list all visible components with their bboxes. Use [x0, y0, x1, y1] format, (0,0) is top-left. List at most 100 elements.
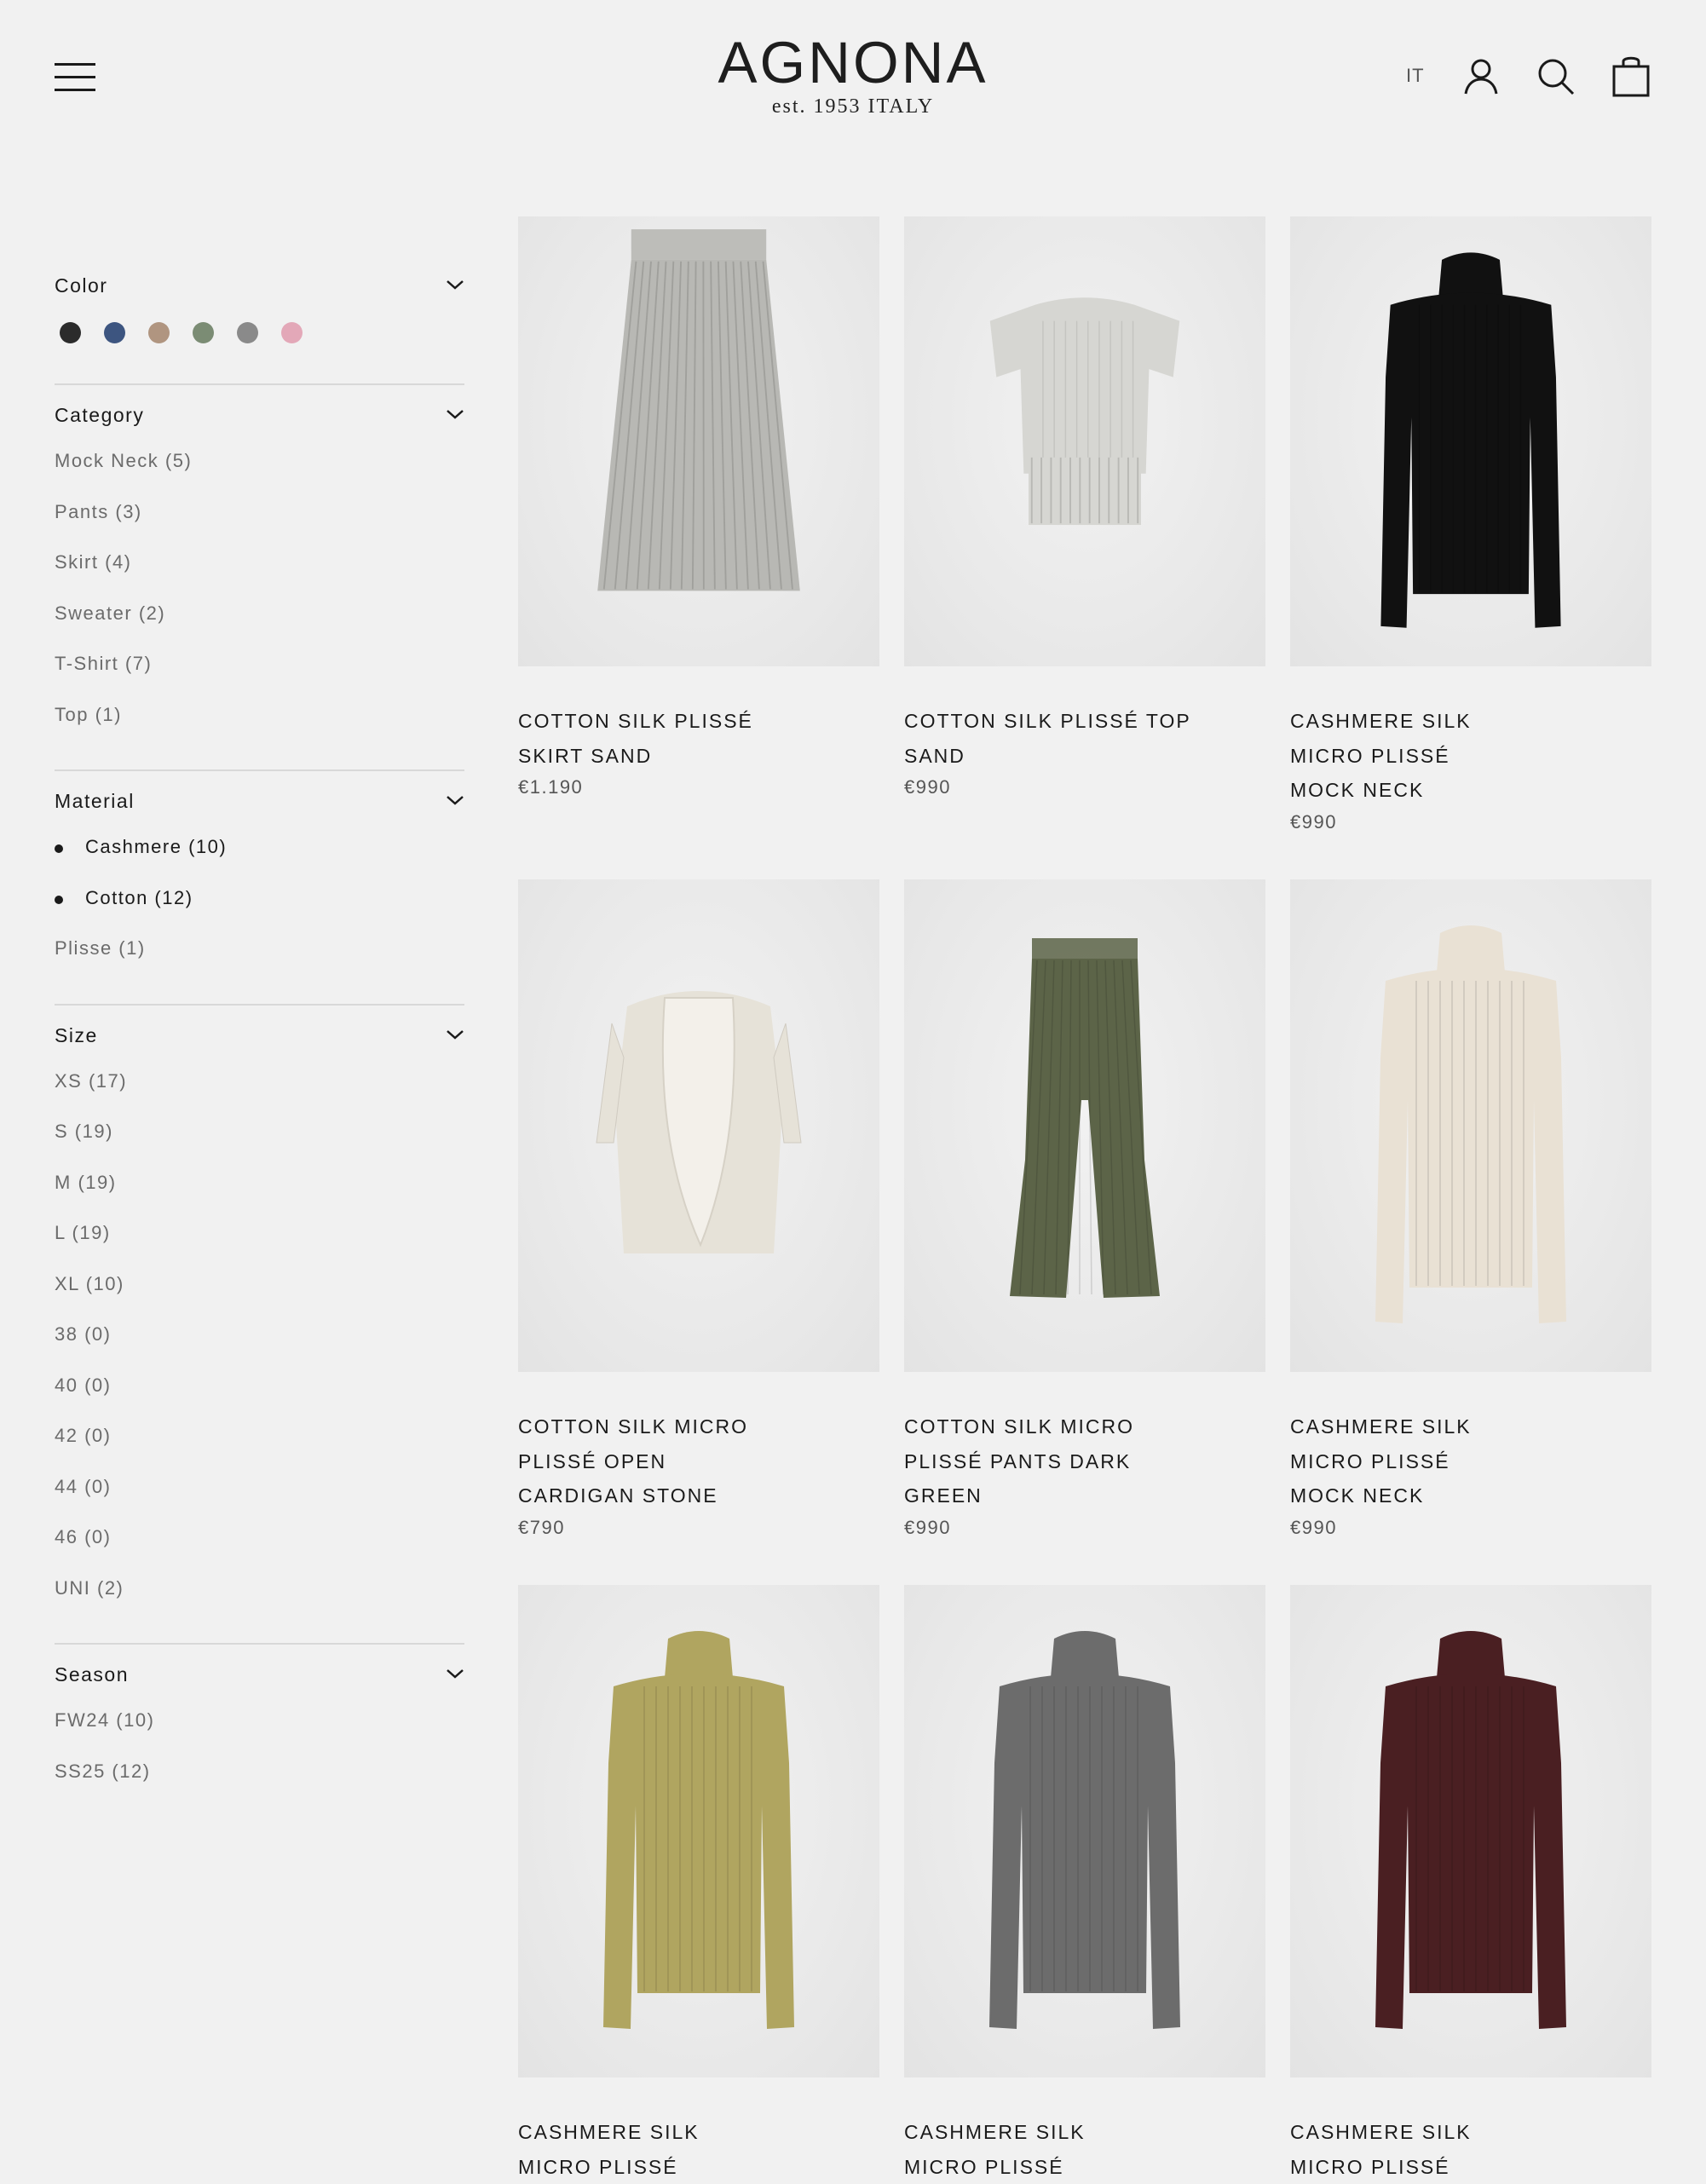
search-icon[interactable] [1536, 55, 1576, 99]
filter-option-category[interactable]: Sweater (2) [55, 599, 464, 650]
filter-group-material: Material Cashmere (10)Cotton (12)Plisse … [55, 771, 464, 1006]
product-card[interactable]: COTTON SILK MICROPLISSÉ PANTS DARKGREEN€… [904, 879, 1265, 1539]
product-name-line: GREEN [904, 1478, 1265, 1513]
filter-option-size[interactable]: 46 (0) [55, 1523, 464, 1574]
filter-option-size[interactable]: UNI (2) [55, 1574, 464, 1625]
color-swatch[interactable] [281, 322, 303, 343]
product-name[interactable]: COTTON SILK PLISSÉSKIRT SAND [518, 704, 879, 773]
filter-header-category[interactable]: Category [55, 385, 464, 447]
filter-option-label: XL (10) [55, 1273, 124, 1295]
product-name-line: MICRO PLISSÉ [1290, 739, 1651, 774]
product-price: €990 [904, 776, 1265, 798]
product-name-line: SAND [904, 739, 1265, 774]
filter-title: Season [55, 1663, 129, 1686]
product-card[interactable]: CASHMERE SILKMICRO PLISSÉ [904, 1585, 1265, 2184]
language-switch[interactable]: IT [1406, 65, 1425, 87]
filter-option-label: Sweater (2) [55, 602, 165, 625]
color-swatch[interactable] [104, 322, 125, 343]
product-name-line: PLISSÉ PANTS DARK [904, 1444, 1265, 1479]
color-swatch[interactable] [148, 322, 170, 343]
product-card[interactable]: CASHMERE SILKMICRO PLISSÉ [1290, 1585, 1651, 2184]
filter-option-label: FW24 (10) [55, 1709, 154, 1732]
filter-option-category[interactable]: T-Shirt (7) [55, 649, 464, 700]
product-card[interactable]: CASHMERE SILKMICRO PLISSÉMOCK NECK€990 [1290, 216, 1651, 833]
filter-header-size[interactable]: Size [55, 1006, 464, 1067]
product-name[interactable]: CASHMERE SILKMICRO PLISSÉ [518, 2115, 879, 2184]
product-image[interactable] [1290, 1585, 1651, 2077]
filter-option-category[interactable]: Top (1) [55, 700, 464, 752]
filter-header-season[interactable]: Season [55, 1645, 464, 1706]
product-image[interactable] [904, 879, 1265, 1372]
product-name-line: CARDIGAN STONE [518, 1478, 879, 1513]
category-options: Mock Neck (5)Pants (3)Skirt (4) Sweater (… [55, 447, 464, 769]
product-name[interactable]: COTTON SILK PLISSÉ TOPSAND [904, 704, 1265, 773]
filter-option-category[interactable]: Pants (3) [55, 498, 464, 549]
product-name-line: COTTON SILK PLISSÉ [518, 704, 879, 739]
filter-header-color[interactable]: Color [55, 256, 464, 317]
product-name[interactable]: CASHMERE SILKMICRO PLISSÉ [904, 2115, 1265, 2184]
product-image[interactable] [904, 216, 1265, 666]
filter-group-color: Color [55, 256, 464, 385]
size-options: XS (17)S (19)M (19)L (19) XL (10) 38 (0) 40… [55, 1067, 464, 1644]
product-price: €790 [518, 1517, 879, 1539]
product-card[interactable]: CASHMERE SILKMICRO PLISSÉMOCK NECK €990 [1290, 879, 1651, 1539]
filter-title: Color [55, 274, 107, 297]
chevron-down-icon [446, 1667, 464, 1680]
filter-option-size[interactable]: S (19) [55, 1117, 464, 1168]
filter-option-category[interactable]: Skirt (4) [55, 548, 464, 599]
shopping-bag-icon[interactable] [1611, 55, 1651, 99]
filter-option-label: Top (1) [55, 704, 122, 726]
product-card[interactable]: CASHMERE SILKMICRO PLISSÉ [518, 1585, 879, 2184]
filter-group-season: Season FW24 (10) SS25 (12) [55, 1645, 464, 1826]
filter-option-size[interactable]: 42 (0) [55, 1421, 464, 1472]
filter-option-category[interactable]: Mock Neck (5) [55, 447, 464, 498]
filter-option-season[interactable]: FW24 (10) [55, 1706, 464, 1757]
filter-option-size[interactable]: L (19) [55, 1219, 464, 1270]
color-swatch[interactable] [60, 322, 81, 343]
filter-option-size[interactable]: XL (10) [55, 1270, 464, 1321]
product-card[interactable]: COTTON SILK MICROPLISSÉ OPENCARDIGAN STO… [518, 879, 879, 1539]
chevron-down-icon [446, 278, 464, 291]
filter-option-label: Plisse (1) [55, 937, 146, 959]
chevron-down-icon [446, 1028, 464, 1041]
menu-icon[interactable] [55, 63, 95, 92]
filter-option-material[interactable]: Plisse (1) [55, 934, 464, 985]
color-swatch[interactable] [237, 322, 258, 343]
filter-option-size[interactable]: XS (17) [55, 1067, 464, 1118]
filter-title: Material [55, 790, 135, 813]
color-swatches [55, 317, 464, 383]
filter-option-size[interactable]: M (19) [55, 1168, 464, 1219]
product-price: €990 [1290, 1517, 1651, 1539]
account-icon[interactable] [1461, 55, 1501, 99]
filter-option-label: SS25 (12) [55, 1760, 151, 1783]
filter-option-label: 38 (0) [55, 1323, 111, 1346]
filter-option-season[interactable]: SS25 (12) [55, 1757, 464, 1808]
product-image[interactable] [518, 216, 879, 666]
product-name-line: COTTON SILK MICRO [518, 1409, 879, 1444]
product-name[interactable]: CASHMERE SILKMICRO PLISSÉMOCK NECK [1290, 1409, 1651, 1513]
product-name[interactable]: CASHMERE SILKMICRO PLISSÉ [1290, 2115, 1651, 2184]
product-image[interactable] [518, 879, 879, 1372]
filter-group-category: Category Mock Neck (5)Pants (3)Skirt (4)… [55, 385, 464, 771]
brand-logo[interactable]: AGNONA est. 1953 ITALY [682, 31, 1024, 118]
product-image[interactable] [1290, 879, 1651, 1372]
filter-option-size[interactable]: 44 (0) [55, 1472, 464, 1524]
filter-option-size[interactable]: 40 (0) [55, 1371, 464, 1422]
product-name-line: PLISSÉ OPEN [518, 1444, 879, 1479]
filter-option-size[interactable]: 38 (0) [55, 1320, 464, 1371]
product-name-line: CASHMERE SILK [1290, 1409, 1651, 1444]
filter-option-label: 40 (0) [55, 1374, 111, 1397]
product-name[interactable]: COTTON SILK MICROPLISSÉ OPENCARDIGAN STO… [518, 1409, 879, 1513]
product-card[interactable]: COTTON SILK PLISSÉSKIRT SAND€1.190 [518, 216, 879, 798]
filter-header-material[interactable]: Material [55, 771, 464, 833]
product-name[interactable]: CASHMERE SILKMICRO PLISSÉMOCK NECK [1290, 704, 1651, 808]
product-image[interactable] [518, 1585, 879, 2077]
brand-wordmark: AGNONA [682, 31, 1024, 95]
filter-option-material[interactable]: Cashmere (10) [55, 833, 464, 884]
product-card[interactable]: COTTON SILK PLISSÉ TOPSAND €990 [904, 216, 1265, 798]
product-image[interactable] [1290, 216, 1651, 666]
product-image[interactable] [904, 1585, 1265, 2077]
color-swatch[interactable] [193, 322, 214, 343]
product-name[interactable]: COTTON SILK MICROPLISSÉ PANTS DARKGREEN [904, 1409, 1265, 1513]
filter-option-material[interactable]: Cotton (12) [55, 884, 464, 935]
